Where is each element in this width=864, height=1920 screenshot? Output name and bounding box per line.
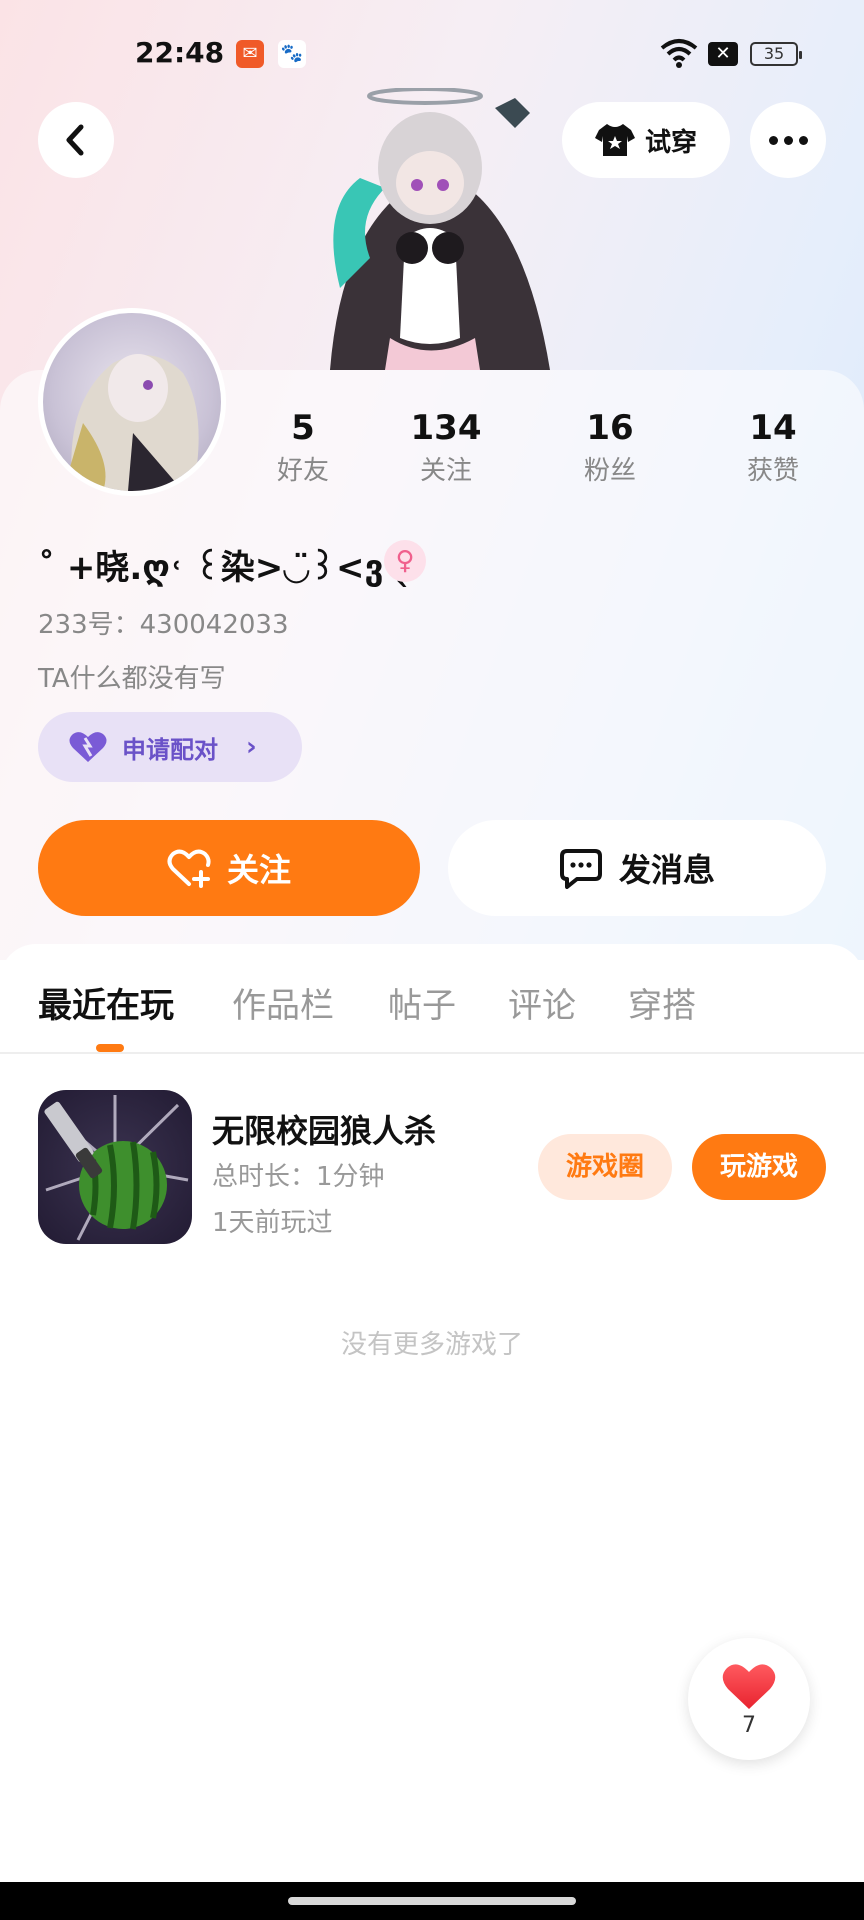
send-message-button[interactable]: 发消息 — [448, 820, 826, 916]
tab-outfits[interactable]: 穿搭 — [628, 978, 696, 1027]
game-last-played: 1天前玩过 — [212, 1208, 333, 1238]
apply-pair-label: 申请配对 — [122, 735, 218, 764]
stat-label: 好友 — [276, 456, 329, 486]
game-title[interactable]: 无限校园狼人杀 — [212, 1106, 436, 1152]
more-options-button[interactable] — [750, 102, 826, 178]
heart-icon — [722, 1663, 776, 1709]
stat-value: 14 — [749, 408, 797, 448]
stat-value: 134 — [410, 408, 482, 448]
back-button[interactable] — [38, 102, 114, 178]
tab-works[interactable]: 作品栏 — [232, 978, 334, 1027]
no-more-games-text: 没有更多游戏了 — [340, 1330, 523, 1360]
watermelon-knife-icon[interactable] — [38, 1090, 192, 1244]
wifi-icon — [660, 39, 698, 68]
tshirt-icon — [594, 124, 635, 156]
battery-icon: 35 — [750, 42, 802, 66]
send-message-label: 发消息 — [618, 851, 715, 889]
apply-pair-button[interactable]: 申请配对 › — [38, 712, 302, 782]
play-game-button[interactable]: 玩游戏 — [692, 1134, 826, 1200]
tab-divider — [0, 1052, 864, 1054]
stat-likes[interactable]: 14 获赞 — [703, 408, 843, 486]
like-button[interactable]: 7 — [688, 1638, 810, 1760]
follow-label: 关注 — [226, 851, 291, 889]
tab-comments[interactable]: 评论 — [508, 978, 576, 1027]
like-count: 7 — [742, 1712, 756, 1738]
tab-posts[interactable]: 帖子 — [388, 978, 456, 1027]
home-indicator[interactable] — [288, 1897, 576, 1905]
username: ˚ +晓.ღ˓ ꒰染>◡̈꒱<ვ ˎ — [38, 548, 413, 588]
back-arrow-icon — [66, 124, 84, 156]
bio: TA什么都没有写 — [38, 664, 226, 694]
stat-following[interactable]: 134 关注 — [376, 408, 516, 486]
stat-friends[interactable]: 5 好友 — [233, 408, 373, 486]
game-playtime: 总时长：1分钟 — [212, 1162, 385, 1192]
active-tab-indicator — [96, 1044, 124, 1052]
stat-value: 16 — [586, 408, 634, 448]
try-on-button[interactable]: 试穿 — [562, 102, 730, 178]
game-circle-button[interactable]: 游戏圈 — [538, 1134, 672, 1200]
chevron-right-icon: › — [246, 732, 257, 762]
try-on-label: 试穿 — [644, 127, 697, 158]
purple-heart-icon — [69, 732, 107, 762]
status-time: 22:48 — [135, 36, 225, 69]
baidu-icon: 🐾 — [278, 40, 306, 68]
character-avatar-art — [330, 88, 550, 370]
sim-off-icon: ✕ — [708, 42, 738, 66]
stat-fans[interactable]: 16 粉丝 — [540, 408, 680, 486]
stat-label: 粉丝 — [583, 456, 636, 486]
follow-button[interactable]: 关注 — [38, 820, 420, 916]
app-notification-icon: ✉ — [236, 40, 264, 68]
stat-label: 获赞 — [746, 456, 799, 486]
tab-recently-played[interactable]: 最近在玩 — [38, 978, 174, 1027]
stat-label: 关注 — [419, 456, 472, 486]
gender-female-icon: ♀ — [384, 540, 426, 582]
heart-plus-icon — [167, 849, 211, 888]
user-id[interactable]: 233号：430042033 — [38, 604, 289, 641]
more-dots-icon — [768, 135, 778, 145]
profile-stats: 5 好友 134 关注 16 粉丝 14 获赞 — [0, 408, 864, 498]
chat-bubble-icon — [559, 849, 602, 889]
stat-value: 5 — [291, 408, 315, 448]
